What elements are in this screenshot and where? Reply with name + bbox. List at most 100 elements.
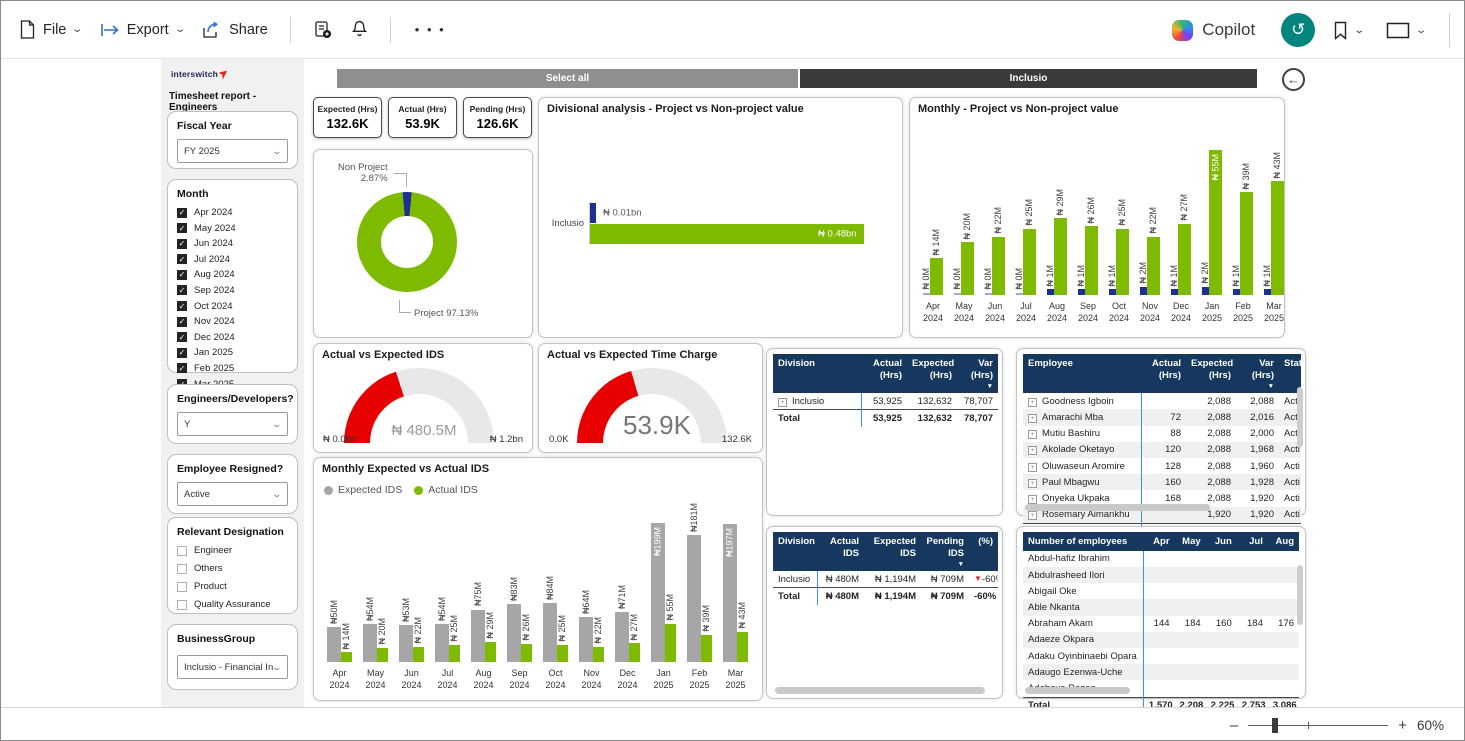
sort-descending-icon[interactable]: ▼: [962, 384, 993, 391]
table-row[interactable]: Abigail Oke: [1023, 583, 1299, 599]
column-header[interactable]: Actual (Hrs): [861, 354, 907, 393]
tab-select-all[interactable]: Select all: [337, 69, 798, 88]
table-row[interactable]: Adaeze Okpara: [1023, 632, 1299, 648]
copilot-button[interactable]: Copilot: [1172, 20, 1255, 41]
bar-non-project[interactable]: ₦ 0.01bn: [590, 203, 596, 223]
checkbox-checked-icon[interactable]: ✓: [177, 285, 187, 295]
expand-toggle[interactable]: +: [778, 398, 787, 407]
bar[interactable]: [985, 293, 992, 295]
bar[interactable]: [521, 644, 532, 662]
checkbox-checked-icon[interactable]: ✓: [177, 239, 187, 249]
checkbox-unchecked-icon[interactable]: [177, 600, 187, 610]
back-button[interactable]: ←: [1282, 68, 1305, 91]
table-row[interactable]: Abdul-hafiz Ibrahim: [1023, 551, 1299, 567]
column-header[interactable]: Expected IDS: [864, 532, 921, 571]
resigned-dropdown[interactable]: Active ⌄: [177, 482, 288, 506]
engineers-dropdown[interactable]: Y ⌄: [177, 412, 288, 436]
bar[interactable]: [485, 642, 496, 662]
column-header[interactable]: Actual IDS: [817, 532, 864, 571]
bar[interactable]: [363, 624, 377, 662]
bar[interactable]: [593, 647, 604, 662]
bookmarks-menu[interactable]: ⌄: [1329, 15, 1367, 46]
column-header[interactable]: Jun: [1206, 532, 1237, 551]
bar[interactable]: [954, 293, 961, 295]
checkbox-checked-icon[interactable]: ✓: [177, 208, 187, 218]
bar[interactable]: [413, 647, 424, 662]
zoom-in-button[interactable]: +: [1398, 717, 1407, 734]
vertical-scrollbar[interactable]: [1297, 387, 1303, 447]
bar[interactable]: [471, 610, 485, 663]
bar[interactable]: [615, 612, 629, 662]
expand-toggle[interactable]: +: [1028, 479, 1037, 488]
checkbox-checked-icon[interactable]: ✓: [177, 254, 187, 264]
table-row[interactable]: Able Nkanta: [1023, 599, 1299, 615]
bar[interactable]: [1116, 229, 1129, 295]
vertical-scrollbar[interactable]: [1297, 565, 1303, 625]
column-header[interactable]: Pending IDS▼: [921, 532, 969, 571]
bar[interactable]: [557, 645, 568, 663]
horizontal-scrollbar[interactable]: [775, 687, 985, 694]
bar[interactable]: [737, 632, 748, 662]
bar[interactable]: [1054, 218, 1067, 295]
bar[interactable]: [961, 242, 974, 295]
column-header[interactable]: Division: [773, 532, 817, 571]
expand-toggle[interactable]: +: [1028, 495, 1037, 504]
horizontal-scrollbar[interactable]: [1025, 687, 1130, 694]
bar[interactable]: [1078, 289, 1085, 295]
bar[interactable]: [543, 603, 557, 662]
column-header[interactable]: May: [1175, 532, 1206, 551]
expand-toggle[interactable]: +: [1028, 446, 1037, 455]
bar[interactable]: ₦199M: [651, 523, 665, 662]
expand-toggle[interactable]: +: [1028, 398, 1037, 407]
checkbox-checked-icon[interactable]: ✓: [177, 270, 187, 280]
bar[interactable]: [507, 604, 521, 662]
add-note-button[interactable]: [309, 14, 337, 46]
bar[interactable]: [701, 635, 712, 662]
legend-item[interactable]: Expected IDS: [324, 484, 402, 496]
bar[interactable]: [992, 237, 1005, 295]
column-header[interactable]: Number of employees: [1023, 532, 1143, 551]
donut-chart[interactable]: [357, 192, 457, 292]
tab-inclusio[interactable]: Inclusio: [800, 69, 1257, 88]
zoom-out-button[interactable]: –: [1230, 717, 1238, 734]
legend-item[interactable]: Actual IDS: [414, 484, 478, 496]
bar[interactable]: [579, 617, 593, 662]
bar[interactable]: [1023, 229, 1036, 295]
bar[interactable]: [449, 645, 460, 663]
column-header[interactable]: Expected (Hrs): [907, 354, 957, 393]
share-button[interactable]: Share: [198, 14, 272, 45]
table-row[interactable]: Abdulrasheed Ilori: [1023, 567, 1299, 583]
column-header[interactable]: Expected (Hrs): [1186, 354, 1236, 393]
checkbox-unchecked-icon[interactable]: [177, 564, 187, 574]
column-header[interactable]: Apr: [1143, 532, 1174, 551]
column-header[interactable]: Var (Hrs)▼: [1236, 354, 1279, 393]
bar[interactable]: [1016, 293, 1023, 295]
column-header[interactable]: (%): [969, 532, 998, 571]
bar[interactable]: [923, 293, 930, 295]
table-row[interactable]: +Mutiu Bashiru882,0882,000Acti: [1023, 426, 1301, 442]
more-options-button[interactable]: • • •: [409, 22, 452, 37]
column-header[interactable]: Var (Hrs)▼: [957, 354, 998, 393]
view-menu[interactable]: ⌄: [1382, 16, 1429, 45]
bar[interactable]: [1140, 287, 1147, 295]
business-group-dropdown[interactable]: Inclusio - Financial Incl... ⌄: [177, 655, 288, 679]
table-row[interactable]: Adaugo Ezenwa-Uche: [1023, 664, 1299, 680]
table-row[interactable]: +Oluwaseun Aromire1282,0881,960Acti: [1023, 458, 1301, 474]
checkbox-checked-icon[interactable]: ✓: [177, 301, 187, 311]
table-row[interactable]: Total53,925132,63278,707: [773, 410, 998, 427]
table-row[interactable]: +Inclusio53,925132,63278,707: [773, 393, 998, 410]
table-row[interactable]: +Amarachi Mba722,0882,016Acti: [1023, 409, 1301, 425]
bar[interactable]: ₦ 55M: [1209, 150, 1222, 295]
expand-toggle[interactable]: +: [1028, 463, 1037, 472]
zoom-slider-handle[interactable]: [1272, 718, 1278, 733]
bar[interactable]: ₦197M: [723, 524, 737, 662]
table-row[interactable]: +Paul Mbagwu1602,0881,928Acti: [1023, 474, 1301, 490]
bar[interactable]: [1147, 237, 1160, 295]
bar[interactable]: [377, 648, 388, 662]
file-menu[interactable]: File ⌄: [15, 14, 86, 45]
sort-descending-icon[interactable]: ▼: [926, 562, 964, 569]
bar[interactable]: [1271, 181, 1284, 295]
bar[interactable]: [341, 652, 352, 662]
bar[interactable]: [327, 627, 341, 662]
checkbox-checked-icon[interactable]: ✓: [177, 317, 187, 327]
